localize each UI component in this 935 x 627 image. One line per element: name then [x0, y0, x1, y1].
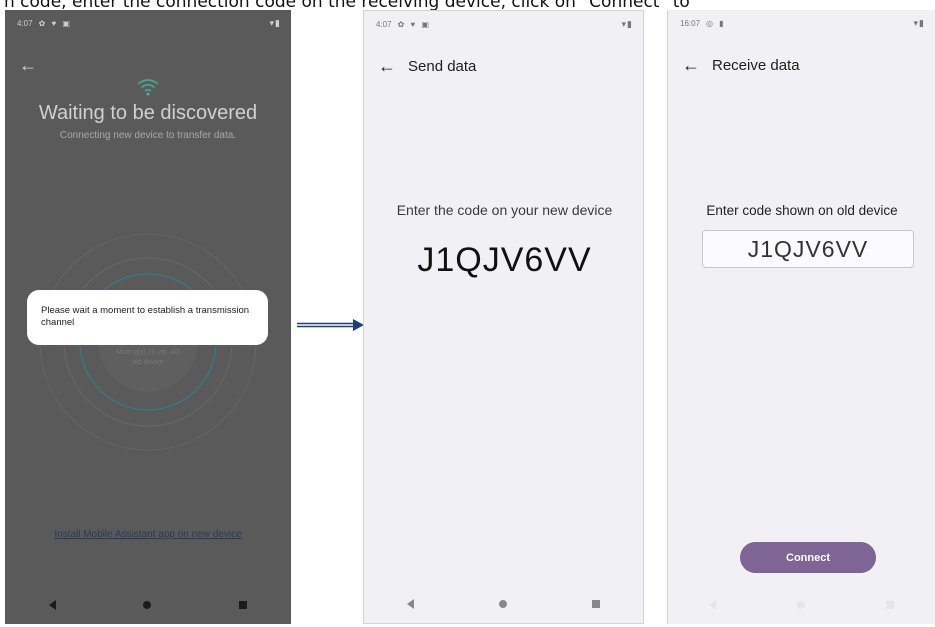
device-role: old device	[132, 359, 164, 366]
device-label: Moto g(x) 20 val. 4G old device	[5, 348, 291, 368]
device-name: Moto g(x) 20 val. 4G	[116, 349, 180, 356]
code-input-value: J1QJV6VV	[747, 235, 869, 262]
back-arrow-icon[interactable]: ←	[682, 56, 700, 74]
waiting-subtitle: Connecting new device to transfer data.	[59, 130, 237, 141]
status-time: 4:07	[376, 19, 392, 29]
status-bar: 16:07 ◎ ▮ ▾▮	[680, 16, 925, 30]
nav-back-icon[interactable]	[406, 599, 414, 609]
phone-screen-receive-data: 16:07 ◎ ▮ ▾▮ ← Receive data Enter code s…	[667, 10, 935, 624]
code-input-field[interactable]: J1QJV6VV	[702, 230, 914, 268]
status-icons: ✿ ♥ ▣	[397, 19, 432, 29]
right-arrow-icon	[297, 319, 364, 331]
screen-title: Send data	[408, 58, 477, 75]
nav-recent-icon[interactable]	[592, 600, 601, 608]
connection-code: J1QJV6VV	[417, 241, 592, 279]
nav-bar	[5, 586, 291, 624]
code-prompt: Enter code shown on old device	[706, 203, 898, 218]
nav-back-icon[interactable]	[48, 600, 56, 610]
nav-back-icon[interactable]	[708, 600, 716, 610]
nav-home-icon[interactable]	[143, 601, 152, 609]
nav-home-icon[interactable]	[796, 601, 805, 609]
waiting-title: Waiting to be discovered	[38, 102, 258, 124]
status-time: 16:07	[680, 18, 701, 28]
status-battery-icon: ▾▮	[269, 17, 281, 28]
nav-bar	[364, 585, 643, 623]
screen-title: Receive data	[712, 57, 800, 74]
code-prompt: Enter the code on your new device	[396, 202, 613, 218]
wait-dialog: Please wait a moment to establish a tran…	[27, 290, 268, 345]
wifi-icon	[137, 79, 159, 96]
status-icons: ◎ ▮	[706, 18, 726, 28]
nav-bar	[668, 586, 935, 624]
back-arrow-icon[interactable]: ←	[19, 56, 37, 74]
status-battery-icon: ▾▮	[913, 17, 925, 28]
status-bar: 4:07 ✿ ♥ ▣ ▾▮	[376, 17, 633, 31]
phone-screen-send-data: 4:07 ✿ ♥ ▣ ▾▮ ← Send data Enter the code…	[363, 10, 644, 624]
status-bar: 4:07 ✿ ♥ ▣ ▾▮	[17, 16, 281, 30]
status-icons: ✿ ♥ ▣	[38, 18, 73, 28]
nav-recent-icon[interactable]	[239, 601, 248, 609]
install-app-link[interactable]: Install Mobile Assistant app on new devi…	[5, 529, 291, 540]
back-arrow-icon[interactable]: ←	[378, 57, 396, 75]
dialog-message: Please wait a moment to establish a tran…	[41, 305, 250, 328]
nav-recent-icon[interactable]	[886, 601, 895, 609]
connect-button[interactable]: Connect	[740, 542, 876, 573]
nav-home-icon[interactable]	[498, 600, 507, 608]
status-battery-icon: ▾▮	[621, 18, 633, 29]
status-time: 4:07	[17, 18, 33, 28]
phone-screen-waiting: 4:07 ✿ ♥ ▣ ▾▮ ← Waiting to be discovered…	[5, 10, 291, 624]
